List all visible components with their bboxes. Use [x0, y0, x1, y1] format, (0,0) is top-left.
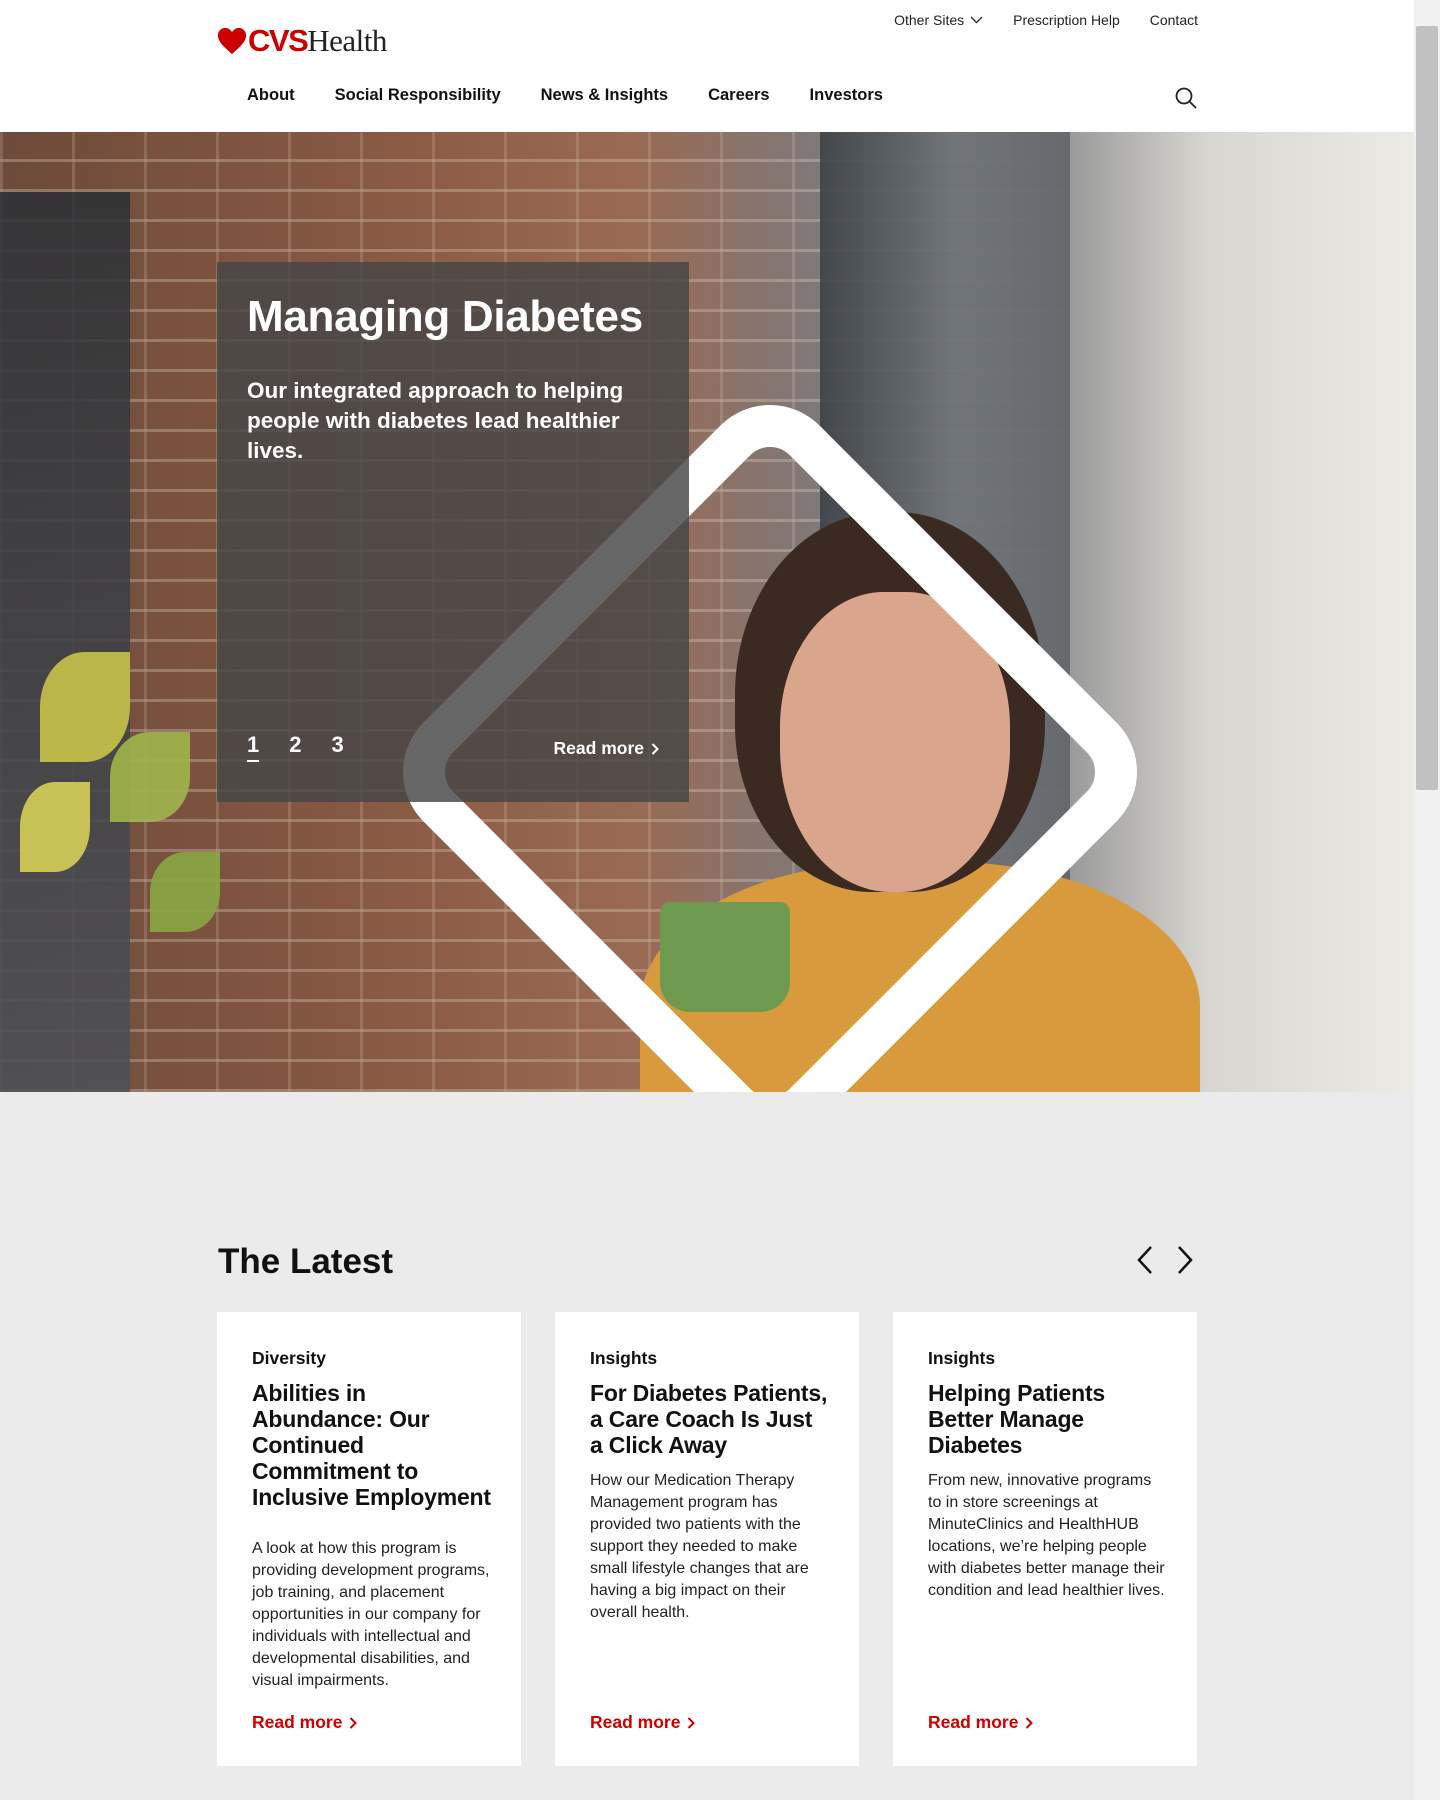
card-read-more-link[interactable]: Read more: [590, 1712, 696, 1733]
hero-read-more-link[interactable]: Read more: [554, 738, 659, 759]
card-category: Insights: [590, 1348, 658, 1368]
latest-title: The Latest: [218, 1242, 394, 1281]
contact-link[interactable]: Contact: [1150, 12, 1198, 28]
site-header: CVS Health Other Sites Prescription Help…: [0, 0, 1414, 132]
hero-title: Managing Diabetes: [247, 292, 643, 341]
prescription-help-link[interactable]: Prescription Help: [1013, 12, 1120, 28]
card-description: How our Medication Therapy Management pr…: [590, 1472, 809, 1621]
utility-nav: Other Sites Prescription Help Contact: [894, 12, 1198, 28]
card-description: A look at how this program is providing …: [252, 1540, 490, 1689]
card-description: From new, innovative programs to in stor…: [928, 1472, 1165, 1599]
logo-health-text: Health: [307, 23, 387, 58]
article-card[interactable]: Insights Helping Patients Better Manage …: [893, 1312, 1197, 1766]
other-sites-label: Other Sites: [894, 12, 965, 28]
card-title[interactable]: For Diabetes Patients, a Care Coach Is J…: [590, 1380, 830, 1458]
card-read-more-link[interactable]: Read more: [928, 1712, 1034, 1733]
hero-card: Managing Diabetes Our integrated approac…: [217, 262, 689, 802]
nav-item-news-insights[interactable]: News & Insights: [541, 86, 668, 105]
card-read-more-label: Read more: [590, 1712, 681, 1732]
card-read-more-link[interactable]: Read more: [252, 1712, 358, 1733]
page: CVS Health Other Sites Prescription Help…: [0, 0, 1414, 1800]
card-title[interactable]: Helping Patients Better Manage Diabetes: [928, 1380, 1168, 1458]
pager-item-3[interactable]: 3: [332, 732, 344, 762]
scrollbar-thumb[interactable]: [1416, 26, 1438, 790]
hero-carousel: Managing Diabetes Our integrated approac…: [0, 132, 1414, 1092]
chevron-right-icon: [688, 1716, 696, 1729]
pager-item-1[interactable]: 1: [247, 732, 260, 762]
chevron-right-icon: [350, 1716, 358, 1729]
plant-leaf: [40, 652, 130, 762]
hero-window-decor: [0, 192, 130, 1092]
carousel-pager: 1 2 3: [247, 732, 374, 762]
nav-item-social-responsibility[interactable]: Social Responsibility: [335, 86, 501, 105]
search-icon[interactable]: [1174, 86, 1198, 110]
latest-section: The Latest Diversity Abilities in Abunda…: [0, 1092, 1414, 1800]
nav-item-careers[interactable]: Careers: [708, 86, 769, 105]
card-read-more-label: Read more: [928, 1712, 1019, 1732]
chevron-right-icon[interactable]: [1174, 1244, 1196, 1276]
nav-item-investors[interactable]: Investors: [810, 86, 883, 105]
card-category: Diversity: [252, 1348, 326, 1368]
article-card[interactable]: Insights For Diabetes Patients, a Care C…: [555, 1312, 859, 1766]
hero-read-more-label: Read more: [553, 738, 644, 758]
nav-item-about[interactable]: About: [247, 86, 295, 105]
logo-cvs-text: CVS: [248, 23, 309, 58]
hero-subtitle: Our integrated approach to helping peopl…: [247, 378, 624, 463]
chevron-right-icon: [651, 742, 659, 755]
chevron-right-icon: [1026, 1716, 1034, 1729]
chevron-left-icon[interactable]: [1134, 1244, 1156, 1276]
card-read-more-label: Read more: [252, 1712, 343, 1732]
card-title[interactable]: Abilities in Abundance: Our Continued Co…: [252, 1380, 492, 1510]
other-sites-dropdown[interactable]: Other Sites: [894, 12, 983, 28]
heart-icon: [217, 27, 247, 55]
card-category: Insights: [928, 1348, 996, 1368]
main-nav: About Social Responsibility News & Insig…: [247, 86, 923, 105]
chevron-down-icon: [970, 16, 983, 24]
cvs-health-logo[interactable]: CVS Health: [217, 23, 387, 58]
plant-leaf: [20, 782, 90, 872]
plant-leaf: [110, 732, 190, 822]
article-card[interactable]: Diversity Abilities in Abundance: Our Co…: [217, 1312, 521, 1766]
plant-leaf: [150, 852, 220, 932]
pager-item-2[interactable]: 2: [289, 732, 301, 762]
